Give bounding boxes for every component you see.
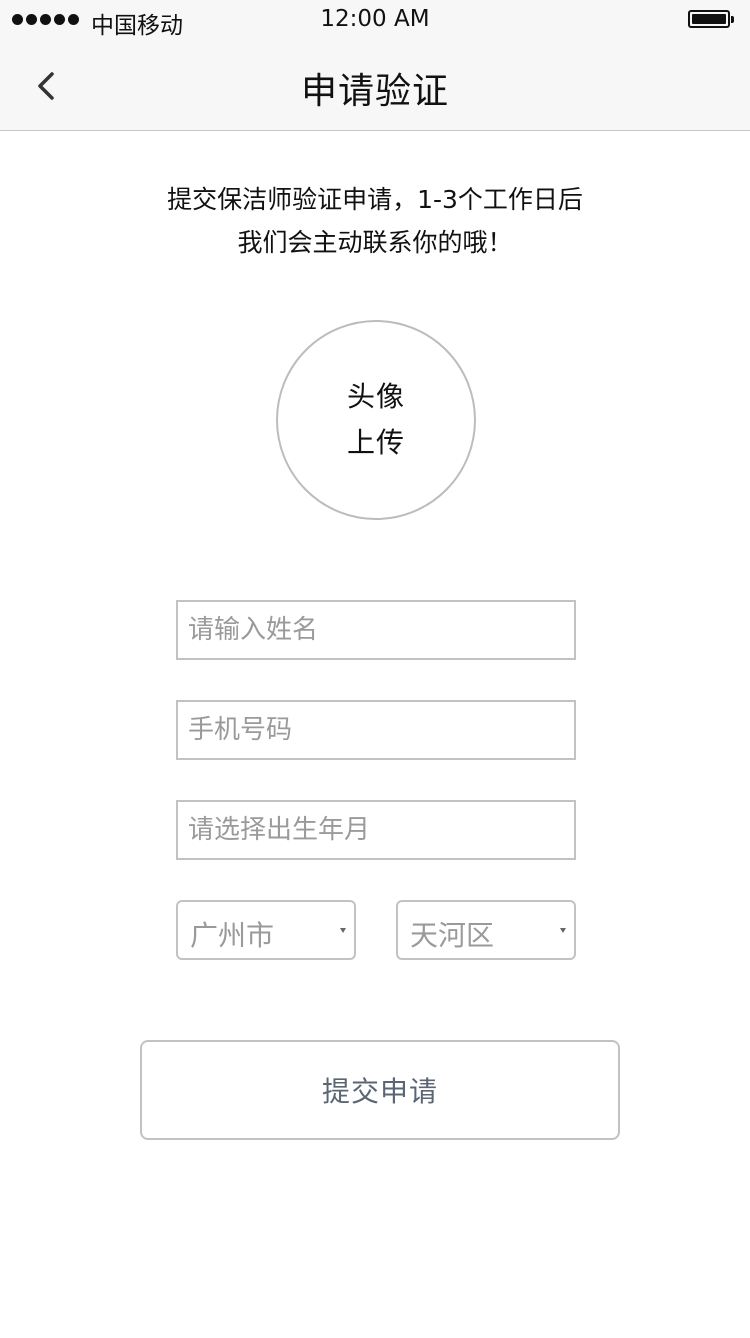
intro-text: 提交保洁师验证申请，1-3个工作日后 我们会主动联系你的哦！ <box>0 178 750 264</box>
district-select[interactable]: 天河区 <box>396 900 576 960</box>
status-bar: 中国移动 12:00 AM <box>0 0 750 40</box>
city-select[interactable]: 广州市 <box>176 900 356 960</box>
name-input[interactable] <box>176 600 576 660</box>
avatar-upload-label-2: 上传 <box>346 426 405 459</box>
dropdown-arrow-icon <box>560 928 566 933</box>
intro-line-2: 我们会主动联系你的哦！ <box>237 228 513 257</box>
status-time: 12:00 AM <box>320 6 430 32</box>
submit-button[interactable]: 提交申请 <box>140 1040 620 1140</box>
navigation-bar: 申请验证 <box>0 40 750 131</box>
intro-line-1: 提交保洁师验证申请，1-3个工作日后 <box>167 185 583 214</box>
district-select-value: 天河区 <box>410 919 495 952</box>
avatar-upload-label-1: 头像 <box>346 380 405 413</box>
battery-icon <box>688 10 734 28</box>
birth-date-input[interactable] <box>176 800 576 860</box>
submit-button-label: 提交申请 <box>321 1075 438 1108</box>
dropdown-arrow-icon <box>340 928 346 933</box>
avatar-upload-button[interactable]: 头像 上传 <box>276 320 476 520</box>
page-title: 申请验证 <box>300 71 449 112</box>
phone-input[interactable] <box>176 700 576 760</box>
city-select-value: 广州市 <box>190 919 275 952</box>
